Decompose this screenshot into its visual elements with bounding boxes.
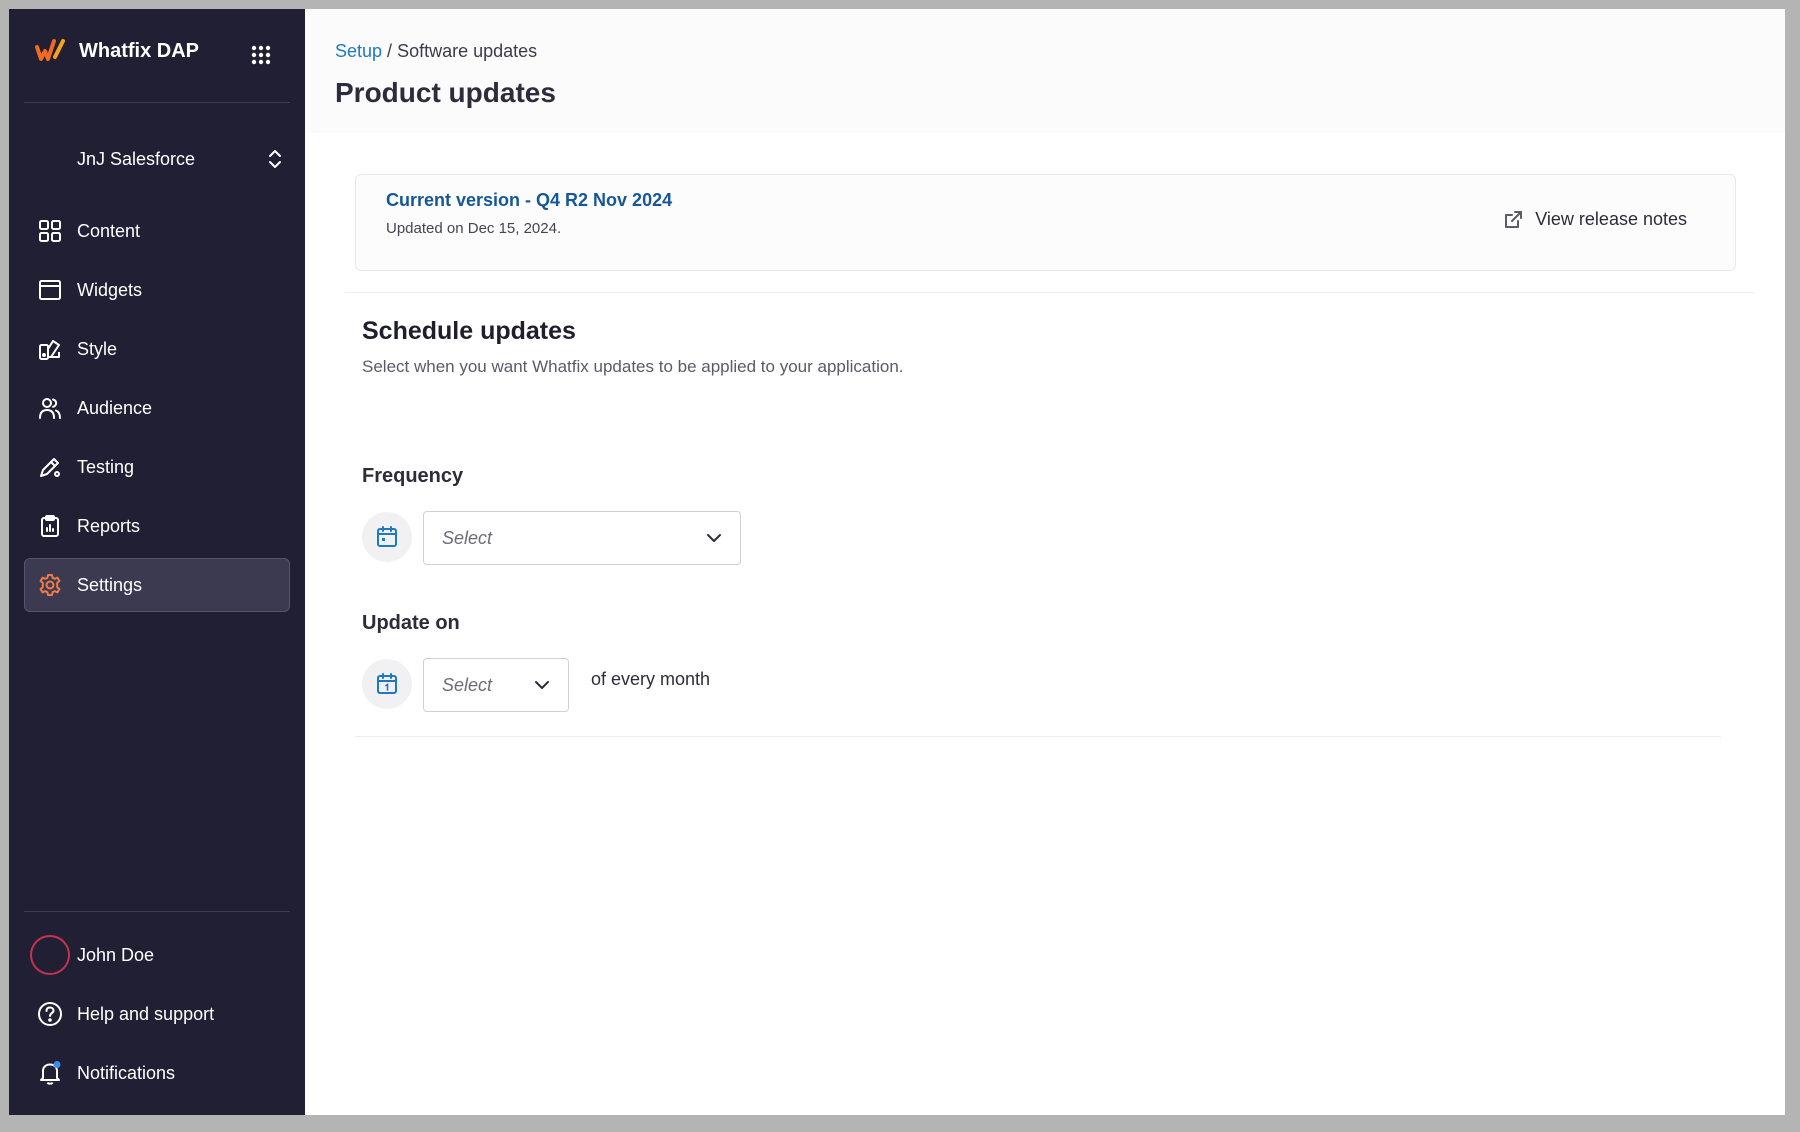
sidebar-divider-top: [24, 102, 290, 103]
sidebar-divider-bottom: [24, 911, 290, 912]
palette-icon: [37, 336, 63, 362]
sidebar-item-label: Audience: [77, 397, 153, 418]
whatfix-logo-icon: [35, 39, 65, 61]
sidebar-item-label: Widgets: [77, 279, 143, 300]
sidebar-item-label: Style: [77, 338, 118, 359]
sidebar-item-audience[interactable]: Audience: [24, 381, 290, 435]
calendar-day-icon: [362, 659, 412, 709]
schedule-updates-description: Select when you want Whatfix updates to …: [362, 357, 904, 376]
schedule-updates-title: Schedule updates: [362, 317, 576, 345]
sidebar-bottom: John Doe Help and support Notifications: [24, 928, 290, 1105]
external-link-icon: [1505, 210, 1523, 228]
frequency-label: Frequency: [362, 465, 464, 487]
help-icon: [37, 1001, 63, 1027]
chevron-down-icon: [707, 534, 721, 542]
section-divider-top: [345, 292, 1755, 293]
sidebar-item-label: Settings: [77, 574, 143, 595]
sidebar-item-label: Content: [77, 220, 141, 241]
frequency-select[interactable]: Select: [423, 511, 741, 565]
bell-icon: [37, 1060, 63, 1086]
sidebar-item-widgets[interactable]: Widgets: [24, 263, 290, 317]
sidebar-item-label: Testing: [77, 456, 135, 477]
current-version-title: Current version - Q4 R2 Nov 2024: [386, 190, 673, 210]
account-switcher[interactable]: JnJ Salesforce: [77, 139, 282, 179]
breadcrumb: Setup / Software updates: [335, 41, 537, 62]
sidebar-item-notifications[interactable]: Notifications: [24, 1046, 290, 1100]
frequency-select-placeholder: Select: [442, 527, 493, 548]
app-window: Whatfix DAP JnJ Salesforce Content Widge…: [9, 9, 1785, 1115]
users-icon: [37, 395, 63, 421]
view-release-notes-link[interactable]: View release notes: [1503, 209, 1687, 230]
chevron-down-icon: [535, 681, 549, 689]
section-divider-bottom: [355, 736, 1721, 737]
window-icon: [37, 277, 63, 303]
sidebar-item-label: Reports: [77, 515, 141, 536]
sidebar-item-label: Notifications: [77, 1062, 176, 1083]
current-version-card: Current version - Q4 R2 Nov 2024 Updated…: [355, 174, 1736, 271]
view-release-notes-label: View release notes: [1535, 209, 1687, 229]
brand[interactable]: Whatfix DAP: [35, 37, 199, 65]
sidebar-nav: Content Widgets Style Audience Testing R…: [24, 204, 290, 617]
grid-icon: [37, 218, 63, 244]
pen-icon: [37, 454, 63, 480]
breadcrumb-current: Software updates: [397, 41, 538, 61]
clipboard-icon: [37, 513, 63, 539]
version-updated-date: Updated on Dec 15, 2024.: [386, 220, 562, 237]
update-on-day-select[interactable]: Select: [423, 658, 569, 712]
user-profile[interactable]: John Doe: [24, 928, 290, 982]
gear-icon: [37, 572, 63, 598]
sidebar-item-reports[interactable]: Reports: [24, 499, 290, 553]
account-name: JnJ Salesforce: [77, 148, 196, 169]
avatar: [30, 935, 70, 975]
calendar-icon: [362, 512, 412, 562]
breadcrumb-setup-link[interactable]: Setup: [335, 41, 382, 61]
sidebar-item-style[interactable]: Style: [24, 322, 290, 376]
main-content: Setup / Software updates Product updates…: [305, 9, 1785, 1115]
update-on-select-placeholder: Select: [442, 674, 493, 695]
chevron-up-down-icon: [269, 150, 281, 168]
sidebar-item-settings[interactable]: Settings: [24, 558, 290, 612]
sidebar-item-testing[interactable]: Testing: [24, 440, 290, 494]
page-header: Setup / Software updates Product updates: [305, 9, 1785, 133]
update-on-label: Update on: [362, 612, 460, 634]
apps-grid-icon[interactable]: [251, 45, 271, 65]
update-on-suffix: of every month: [591, 669, 711, 689]
page-title: Product updates: [335, 77, 556, 108]
sidebar-item-help[interactable]: Help and support: [24, 987, 290, 1041]
sidebar-item-label: Help and support: [77, 1003, 215, 1024]
breadcrumb-separator: /: [382, 41, 398, 61]
sidebar-item-content[interactable]: Content: [24, 204, 290, 258]
user-name: John Doe: [77, 944, 155, 965]
sidebar: Whatfix DAP JnJ Salesforce Content Widge…: [9, 9, 305, 1115]
brand-name: Whatfix DAP: [79, 39, 199, 62]
